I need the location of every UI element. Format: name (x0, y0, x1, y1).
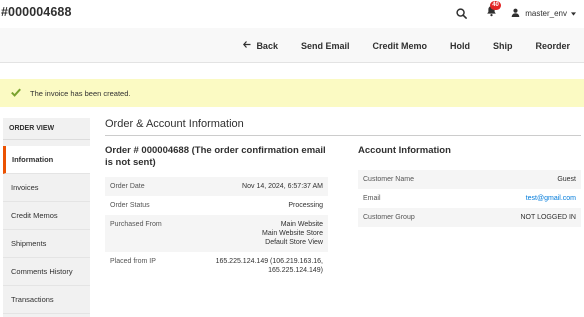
credit-memo-button[interactable]: Credit Memo (372, 41, 427, 51)
success-message-text: The invoice has been created. (30, 88, 131, 98)
back-button-label: Back (256, 40, 278, 51)
top-header: #000004688 40 master_env (0, 0, 584, 26)
purchased-from-label: Purchased From (105, 215, 195, 252)
sidebar-item-comments-history[interactable]: Comments History (3, 258, 90, 286)
username: master_env (525, 8, 567, 18)
table-row: Placed from IP 165.225.124.149 (106.219.… (105, 252, 328, 280)
sidebar-item-information[interactable]: Information (3, 146, 90, 174)
check-icon (11, 88, 21, 98)
order-heading: Order # 000004688 (The order confirmatio… (105, 145, 326, 168)
hold-button[interactable]: Hold (450, 41, 470, 51)
sidebar-item-invoices[interactable]: Invoices (3, 174, 90, 202)
email-label: Email (363, 195, 381, 202)
table-row: Order Status Processing (105, 196, 328, 215)
section-title: Order & Account Information (105, 118, 581, 136)
notification-count-badge: 40 (490, 1, 501, 10)
website-name: Main Website (280, 221, 323, 228)
ship-button[interactable]: Ship (493, 41, 513, 51)
order-view-sidebar: ORDER VIEW Information Invoices Credit M… (3, 118, 90, 317)
ip-line-2: 165.225.124.149) (268, 267, 323, 274)
order-info-table: Order Date Nov 14, 2024, 6:57:37 AM Orde… (105, 177, 328, 280)
search-icon[interactable] (453, 5, 469, 21)
email-value: test@gmail.com (447, 189, 581, 208)
main-content: Order & Account Information Order # 0000… (105, 118, 581, 274)
order-status-label: Order Status (110, 202, 150, 209)
page-actions-bar: Back Send Email Credit Memo Hold Ship Re… (0, 28, 584, 63)
back-button[interactable]: Back (243, 40, 278, 51)
table-row: Order Date Nov 14, 2024, 6:57:37 AM (105, 177, 328, 196)
order-information: Order # 000004688 (The order confirmatio… (105, 145, 328, 280)
placed-from-ip-label: Placed from IP (110, 258, 156, 265)
page-title: #000004688 (1, 5, 72, 19)
order-status-value: Processing (288, 202, 323, 209)
table-row: Email test@gmail.com (358, 189, 581, 208)
arrow-left-icon (243, 40, 251, 51)
send-email-button[interactable]: Send Email (301, 41, 350, 51)
store-name: Main Website Store (262, 230, 323, 237)
customer-group-value: NOT LOGGED IN (447, 208, 581, 227)
order-date-label: Order Date (105, 177, 195, 196)
chevron-down-icon (571, 9, 576, 18)
sidebar-item-shipments[interactable]: Shipments (3, 230, 90, 258)
order-date-value: Nov 14, 2024, 6:57:37 AM (194, 177, 328, 196)
header-tools: 40 master_env (453, 1, 576, 21)
page-actions: Back Send Email Credit Memo Hold Ship Re… (220, 28, 570, 63)
customer-name-label: Customer Name (358, 170, 448, 189)
reorder-button[interactable]: Reorder (535, 41, 570, 51)
ip-line-1: 165.225.124.149 (106.219.163.16, (215, 258, 323, 265)
table-row: Customer Group NOT LOGGED IN (358, 208, 581, 227)
sidebar-item-transactions[interactable]: Transactions (3, 286, 90, 314)
success-message: The invoice has been created. (0, 79, 584, 107)
user-icon (511, 8, 520, 19)
user-menu[interactable]: master_env (511, 8, 576, 19)
store-view-name: Default Store View (265, 239, 323, 246)
table-row: Purchased From Main Website Main Website… (105, 215, 328, 252)
account-info-table: Customer Name Guest Email test@gmail.com… (358, 170, 581, 227)
table-row: Customer Name Guest (358, 170, 581, 189)
sidebar-item-credit-memos[interactable]: Credit Memos (3, 202, 90, 230)
customer-group-label: Customer Group (358, 208, 448, 227)
account-heading: Account Information (358, 145, 451, 156)
sidebar-title: ORDER VIEW (3, 118, 90, 140)
purchased-from-value: Main Website Main Website Store Default … (194, 215, 328, 252)
customer-name-value: Guest (447, 170, 581, 189)
notifications-button[interactable]: 40 (483, 1, 501, 21)
email-link[interactable]: test@gmail.com (526, 195, 576, 202)
account-information: Account Information Customer Name Guest … (358, 145, 581, 227)
placed-from-ip-value: 165.225.124.149 (106.219.163.16, 165.225… (194, 252, 328, 280)
